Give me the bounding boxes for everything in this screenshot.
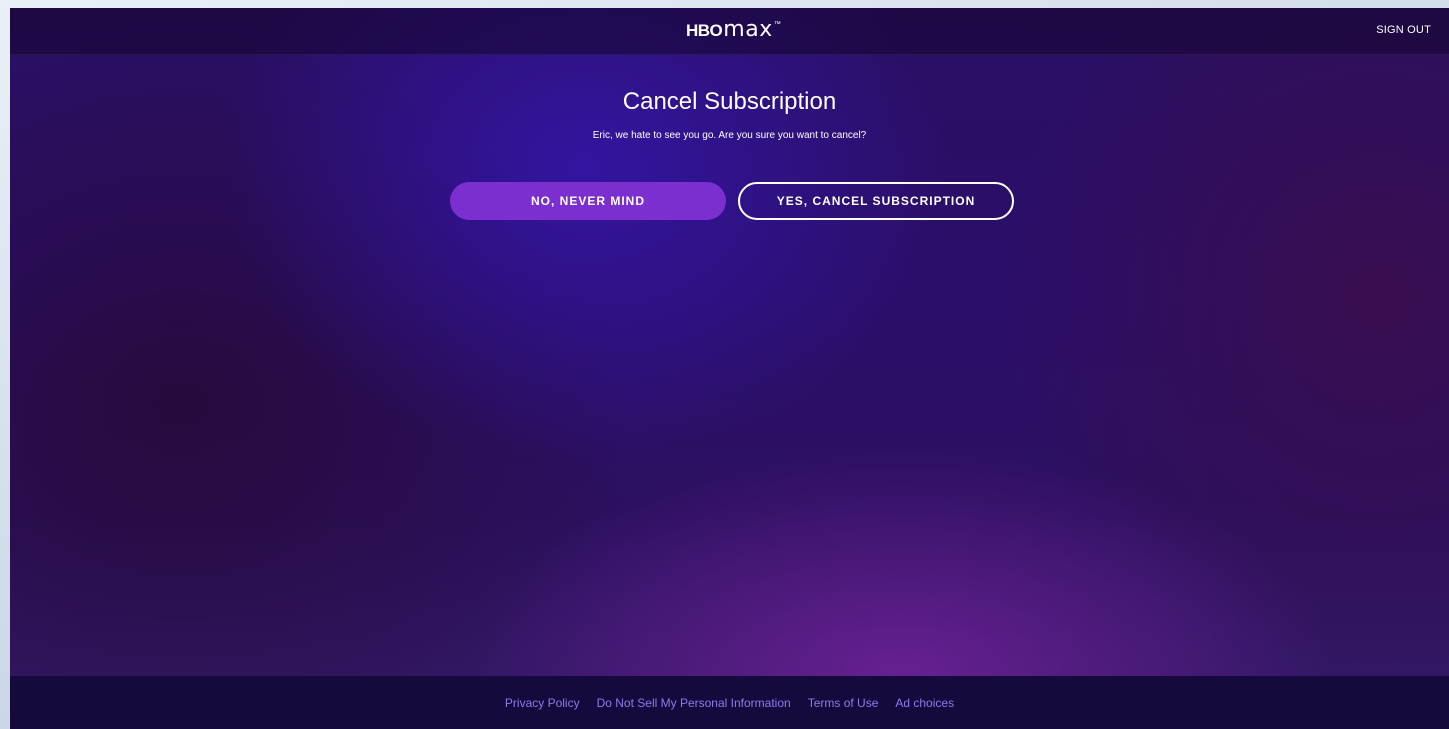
logo-max-text: max <box>723 16 773 42</box>
footer-link-terms-of-use[interactable]: Terms of Use <box>808 696 879 710</box>
yes-cancel-subscription-button[interactable]: YES, CANCEL SUBSCRIPTION <box>738 182 1014 220</box>
footer: Privacy Policy Do Not Sell My Personal I… <box>10 676 1449 729</box>
confirmation-message: Eric, we hate to see you go. Are you sur… <box>592 130 867 141</box>
page-title: Cancel Subscription <box>622 88 837 115</box>
no-never-mind-button[interactable]: NO, NEVER MIND <box>450 182 726 220</box>
top-navigation-bar: HBO max ™ SIGN OUT <box>10 8 1449 55</box>
logo-trademark: ™ <box>773 21 781 28</box>
footer-link-do-not-sell[interactable]: Do Not Sell My Personal Information <box>597 696 791 710</box>
hbo-max-logo[interactable]: HBO max ™ <box>686 16 781 43</box>
logo-hbo-text: HBO <box>686 21 723 40</box>
sign-out-link[interactable]: SIGN OUT <box>1376 24 1431 36</box>
footer-link-ad-choices[interactable]: Ad choices <box>895 696 954 710</box>
cancel-subscription-panel: Cancel Subscription Eric, we hate to see… <box>10 54 1449 220</box>
hbo-max-app: HBO max ™ SIGN OUT Cancel Subscription E… <box>10 8 1449 729</box>
action-buttons: NO, NEVER MIND YES, CANCEL SUBSCRIPTION <box>450 182 1016 222</box>
footer-link-privacy-policy[interactable]: Privacy Policy <box>505 696 580 710</box>
